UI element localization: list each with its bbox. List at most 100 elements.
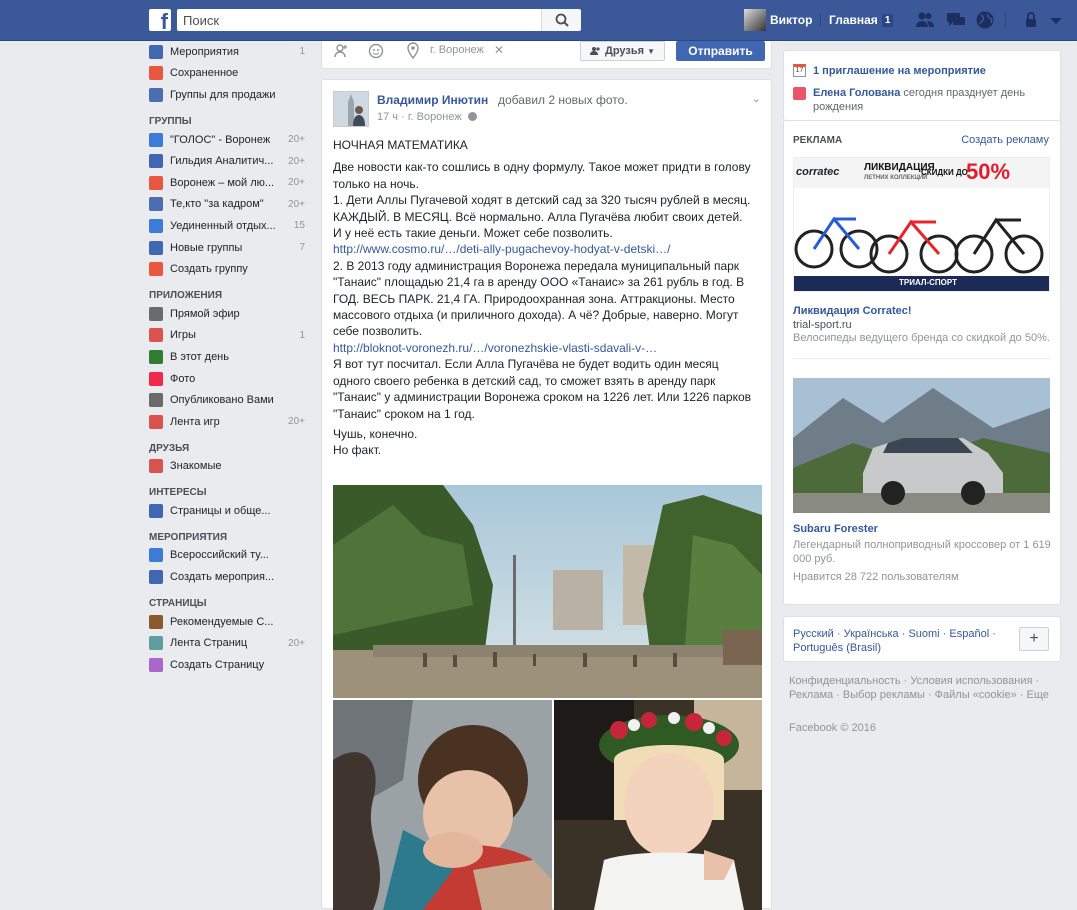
sidebar-item-icon <box>149 459 163 474</box>
ad1-title[interactable]: Ликвидация Corratec! <box>793 305 912 317</box>
post-paragraph: Две новости как-то сошлись в одну формул… <box>333 160 751 191</box>
ad2-image[interactable] <box>793 378 1050 513</box>
language-list[interactable]: Русский · Українська · Suomi · Español ·… <box>793 627 1003 655</box>
ad1-banner[interactable]: corratec ЛИКВИДАЦИЯ ЛЕТНИХ КОЛЛЕКЦИЙ СКИ… <box>793 157 1050 292</box>
sidebar-item-pages[interactable]: Лента Страниц 20+ <box>149 632 309 654</box>
user-name: Виктор <box>770 13 813 27</box>
tag-friends-icon[interactable] <box>333 43 349 59</box>
child-image <box>554 700 762 910</box>
post-title: НОЧНАЯ МАТЕМАТИКА <box>333 138 468 152</box>
sidebar-item-apps[interactable]: Опубликовано Вами <box>149 389 309 411</box>
composer-location[interactable]: г. Воронеж <box>430 44 484 56</box>
chevron-down-icon[interactable] <box>1046 10 1066 30</box>
tag-icon <box>149 87 163 102</box>
sidebar-item-top-items[interactable]: Группы для продажи <box>149 84 309 106</box>
location-pin-icon[interactable] <box>406 42 420 60</box>
lock-icon[interactable] <box>1022 10 1042 30</box>
ad2-title[interactable]: Subaru Forester <box>793 523 878 535</box>
sidebar-item-groups[interactable]: Создать группу <box>149 258 309 280</box>
sidebar-item-icon <box>149 240 163 255</box>
park-image <box>333 485 762 698</box>
sidebar-item-friends[interactable]: Знакомые <box>149 456 309 478</box>
sidebar-item-icon <box>149 414 163 429</box>
search-button[interactable] <box>541 9 581 31</box>
friends-icon[interactable] <box>915 10 935 30</box>
sidebar-item-label: Мероприятия <box>170 45 239 58</box>
post-author[interactable]: Владимир Инютин <box>377 93 488 107</box>
ad2-likes: Нравится 28 722 пользователям <box>793 571 959 583</box>
sidebar-item-apps[interactable]: Прямой эфир <box>149 303 309 325</box>
facebook-logo[interactable]: f <box>149 9 171 31</box>
sidebar-item-label: Новые группы <box>170 241 243 254</box>
meta-separator: · <box>401 111 408 123</box>
sidebar-item-groups[interactable]: Новые группы 7 <box>149 237 309 259</box>
add-language-button[interactable]: + <box>1019 627 1049 651</box>
post-photo-park[interactable] <box>333 485 762 698</box>
sidebar-item-label: Создать мероприя... <box>170 571 275 584</box>
ad2-description: Легендарный полноприводный кроссовер от … <box>793 539 1051 565</box>
home-link[interactable]: Главная 1 <box>829 9 894 31</box>
clear-location-icon[interactable]: ✕ <box>494 43 504 57</box>
sidebar-item-label: Страницы и обще... <box>170 504 271 517</box>
post-time[interactable]: 17 ч <box>377 111 398 123</box>
sidebar-item-pages[interactable]: Создать Страницу <box>149 654 309 676</box>
sidebar-item-apps[interactable]: Игры 1 <box>149 325 309 347</box>
sidebar-item-apps[interactable]: Лента игр 20+ <box>149 411 309 433</box>
messages-icon[interactable] <box>946 10 966 30</box>
post-link[interactable]: http://bloknot-voronezh.ru/…/voronezhski… <box>333 340 753 356</box>
child-image <box>333 700 552 910</box>
sidebar-item-groups[interactable]: Те,кто "за кадром" 20+ <box>149 194 309 216</box>
feed-post: Владимир Инютин добавил 2 новых фото. 17… <box>321 79 772 910</box>
bicycles-image <box>794 216 1049 291</box>
sidebar-item-icon <box>149 570 163 585</box>
profile-link[interactable]: Виктор <box>744 9 812 31</box>
ad1-domain[interactable]: trial-sport.ru <box>793 319 852 331</box>
post-location[interactable]: г. Воронеж <box>408 111 462 123</box>
sidebar-item-apps[interactable]: В этот день <box>149 346 309 368</box>
sidebar-item-events[interactable]: Создать мероприя... <box>149 566 309 588</box>
pages-header: СТРАНИЦЫ <box>149 597 207 609</box>
post-submit-button[interactable]: Отправить <box>676 41 765 61</box>
sidebar-item-count: 7 <box>299 242 305 254</box>
home-label: Главная <box>829 13 878 27</box>
audience-selector[interactable]: Друзья ▼ <box>580 41 665 61</box>
ad1-discount-label: СКИДКИ ДО <box>921 168 968 177</box>
post-photo-child-2[interactable] <box>554 700 762 910</box>
audience-label: Друзья <box>605 45 645 57</box>
sidebar-item-apps[interactable]: Фото <box>149 368 309 390</box>
sidebar-item-interests[interactable]: Страницы и обще... <box>149 500 309 522</box>
friends-icon <box>590 47 600 55</box>
sidebar-item-groups[interactable]: Уединенный отдых... 15 <box>149 215 309 237</box>
author-photo <box>334 92 368 126</box>
sidebar-item-label: Рекомендуемые С... <box>170 615 274 628</box>
post-options-chevron-icon[interactable]: ⌄ <box>752 92 761 105</box>
sidebar-item-events[interactable]: Всероссийский ту... <box>149 545 309 567</box>
event-invite-link[interactable]: 1 приглашение на мероприятие <box>813 65 986 77</box>
copyright: Facebook © 2016 <box>789 722 876 734</box>
footer-links[interactable]: Конфиденциальность · Условия использован… <box>789 674 1059 702</box>
apps-header: ПРИЛОЖЕНИЯ <box>149 289 223 301</box>
sidebar-item-label: Всероссийский ту... <box>170 549 269 562</box>
sidebar-item-label: Создать группу <box>170 263 248 276</box>
sidebar-item-groups[interactable]: Гильдия Аналитич... 20+ <box>149 150 309 172</box>
author-avatar[interactable] <box>333 91 369 127</box>
nav-divider <box>820 13 821 27</box>
calendar-icon <box>149 44 163 59</box>
globe-icon[interactable] <box>975 10 995 30</box>
sidebar-item-top-items[interactable]: Сохраненное <box>149 63 309 85</box>
post-meta: 17 ч · г. Воронеж <box>377 111 477 123</box>
sidebar-item-icon <box>149 349 163 364</box>
search-input[interactable] <box>177 9 542 31</box>
sidebar-item-groups[interactable]: "ГОЛОС" - Воронеж 20+ <box>149 129 309 151</box>
sidebar-item-count: 20+ <box>288 416 305 428</box>
birthday-name[interactable]: Елена Голована <box>813 87 900 99</box>
post-paragraph: 1. Дети Аллы Пугачевой ходят в детский с… <box>333 193 751 241</box>
create-ad-link[interactable]: Создать рекламу <box>961 134 1049 146</box>
sidebar-item-groups[interactable]: Воронеж – мой лю... 20+ <box>149 172 309 194</box>
sidebar-item-pages[interactable]: Рекомендуемые С... <box>149 611 309 633</box>
post-photo-child-1[interactable] <box>333 700 552 910</box>
post-link[interactable]: http://www.cosmo.ru/…/deti-ally-pugachev… <box>333 241 753 257</box>
language-box: Русский · Українська · Suomi · Español ·… <box>783 616 1061 662</box>
sidebar-item-top-items[interactable]: Мероприятия 1 <box>149 41 309 63</box>
feeling-icon[interactable] <box>368 43 384 59</box>
